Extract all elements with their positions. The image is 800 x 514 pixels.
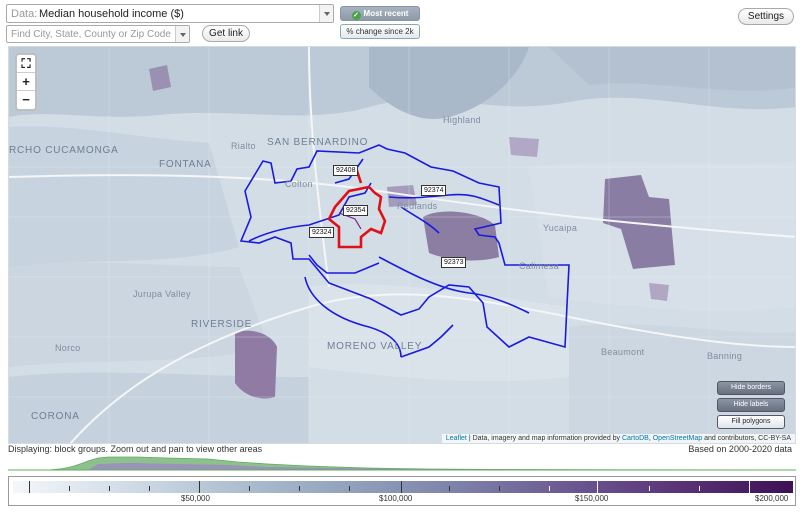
legend-tick: [109, 486, 110, 491]
zip-label[interactable]: 92354: [343, 205, 369, 216]
legend-tick: [199, 481, 200, 493]
legend-tick: [597, 481, 598, 493]
check-icon: ✓: [351, 11, 361, 20]
legend-label: $100,000: [379, 494, 413, 503]
fullscreen-icon[interactable]: ⛶: [17, 55, 35, 73]
place-label: Norco: [55, 343, 81, 353]
map-attribution: Leaflet | Data, imagery and map informat…: [441, 434, 795, 443]
data-select[interactable]: Data: Median household income ($): [6, 4, 334, 23]
place-label: Colton: [285, 179, 313, 189]
distribution-histogram: [8, 456, 796, 471]
legend-tick: [149, 486, 150, 491]
map[interactable]: ⛶ + − SAN BERNARDINO FONTANA RCHO CUCAMO…: [8, 46, 796, 444]
color-legend: $50,000 $100,000 $150,000 $200,000: [8, 476, 796, 506]
place-label: Redlands: [397, 201, 438, 211]
toolbar: Data: Median household income ($) Find C…: [0, 0, 800, 46]
zoom-in-button[interactable]: +: [17, 73, 35, 91]
zip-label[interactable]: 92373: [441, 257, 467, 268]
place-label: Highland: [443, 115, 481, 125]
pct-change-button[interactable]: % change since 2k: [340, 24, 420, 39]
most-recent-value-button[interactable]: ✓Most recent value: [340, 6, 420, 31]
legend-tick: [401, 481, 402, 493]
fill-polygons-button[interactable]: Fill polygons: [717, 415, 785, 429]
place-label: RIVERSIDE: [191, 319, 253, 330]
legend-tick: [29, 481, 30, 493]
hide-labels-button[interactable]: Hide labels: [717, 398, 785, 412]
based-on-note: Based on 2000-2020 data: [688, 444, 792, 454]
chevron-down-icon[interactable]: [175, 26, 189, 42]
displaying-note: Displaying: block groups. Zoom out and p…: [8, 444, 263, 454]
legend-tick: [69, 486, 70, 491]
get-link-button[interactable]: Get link: [202, 25, 250, 42]
settings-button[interactable]: Settings: [738, 8, 794, 25]
place-label: Rialto: [231, 141, 256, 151]
attribution-text: | Data, imagery and map information prov…: [466, 435, 622, 442]
place-label: RCHO CUCAMONGA: [9, 145, 119, 156]
legend-tick: [349, 486, 350, 491]
legend-tick: [249, 486, 250, 491]
hide-borders-button[interactable]: Hide borders: [717, 381, 785, 395]
place-label: CORONA: [31, 411, 80, 422]
openstreetmap-link[interactable]: OpenStreetMap: [653, 435, 702, 442]
data-select-prefix: Data:: [11, 8, 38, 20]
place-label: FONTANA: [159, 159, 212, 170]
map-canvas: [9, 47, 795, 443]
zip-label[interactable]: 92374: [421, 185, 447, 196]
leaflet-link[interactable]: Leaflet: [446, 435, 467, 442]
legend-tick: [699, 486, 700, 491]
place-label: SAN BERNARDINO: [267, 137, 369, 148]
legend-tick: [299, 486, 300, 491]
place-label: Yucaipa: [543, 223, 578, 233]
legend-tick: [549, 486, 550, 491]
place-label: Calimesa: [519, 261, 559, 271]
location-search-input[interactable]: Find City, State, County or Zip Code: [6, 25, 190, 43]
legend-label: $50,000: [181, 494, 210, 503]
legend-tick: [749, 481, 750, 493]
legend-gradient: [13, 481, 793, 493]
zip-label[interactable]: 92324: [309, 227, 335, 238]
legend-tick: [449, 486, 450, 491]
zoom-control: ⛶ + −: [15, 53, 37, 111]
place-label: Jurupa Valley: [133, 289, 191, 299]
legend-label: $200,000: [755, 494, 789, 503]
zip-label[interactable]: 92408: [333, 165, 359, 176]
legend-tick: [649, 486, 650, 491]
place-label: Banning: [707, 351, 743, 361]
cartodb-link[interactable]: CartoDB: [622, 435, 649, 442]
chevron-down-icon[interactable]: [319, 5, 333, 22]
legend-tick: [499, 486, 500, 491]
attribution-tail: and contributors, CC-BY-SA: [702, 435, 791, 442]
place-label: Beaumont: [601, 347, 645, 357]
place-label: MORENO VALLEY: [327, 341, 423, 352]
location-search-placeholder: Find City, State, County or Zip Code: [11, 29, 171, 40]
legend-label: $150,000: [575, 494, 609, 503]
data-select-value: Median household income ($): [39, 8, 184, 20]
zoom-out-button[interactable]: −: [17, 91, 35, 109]
